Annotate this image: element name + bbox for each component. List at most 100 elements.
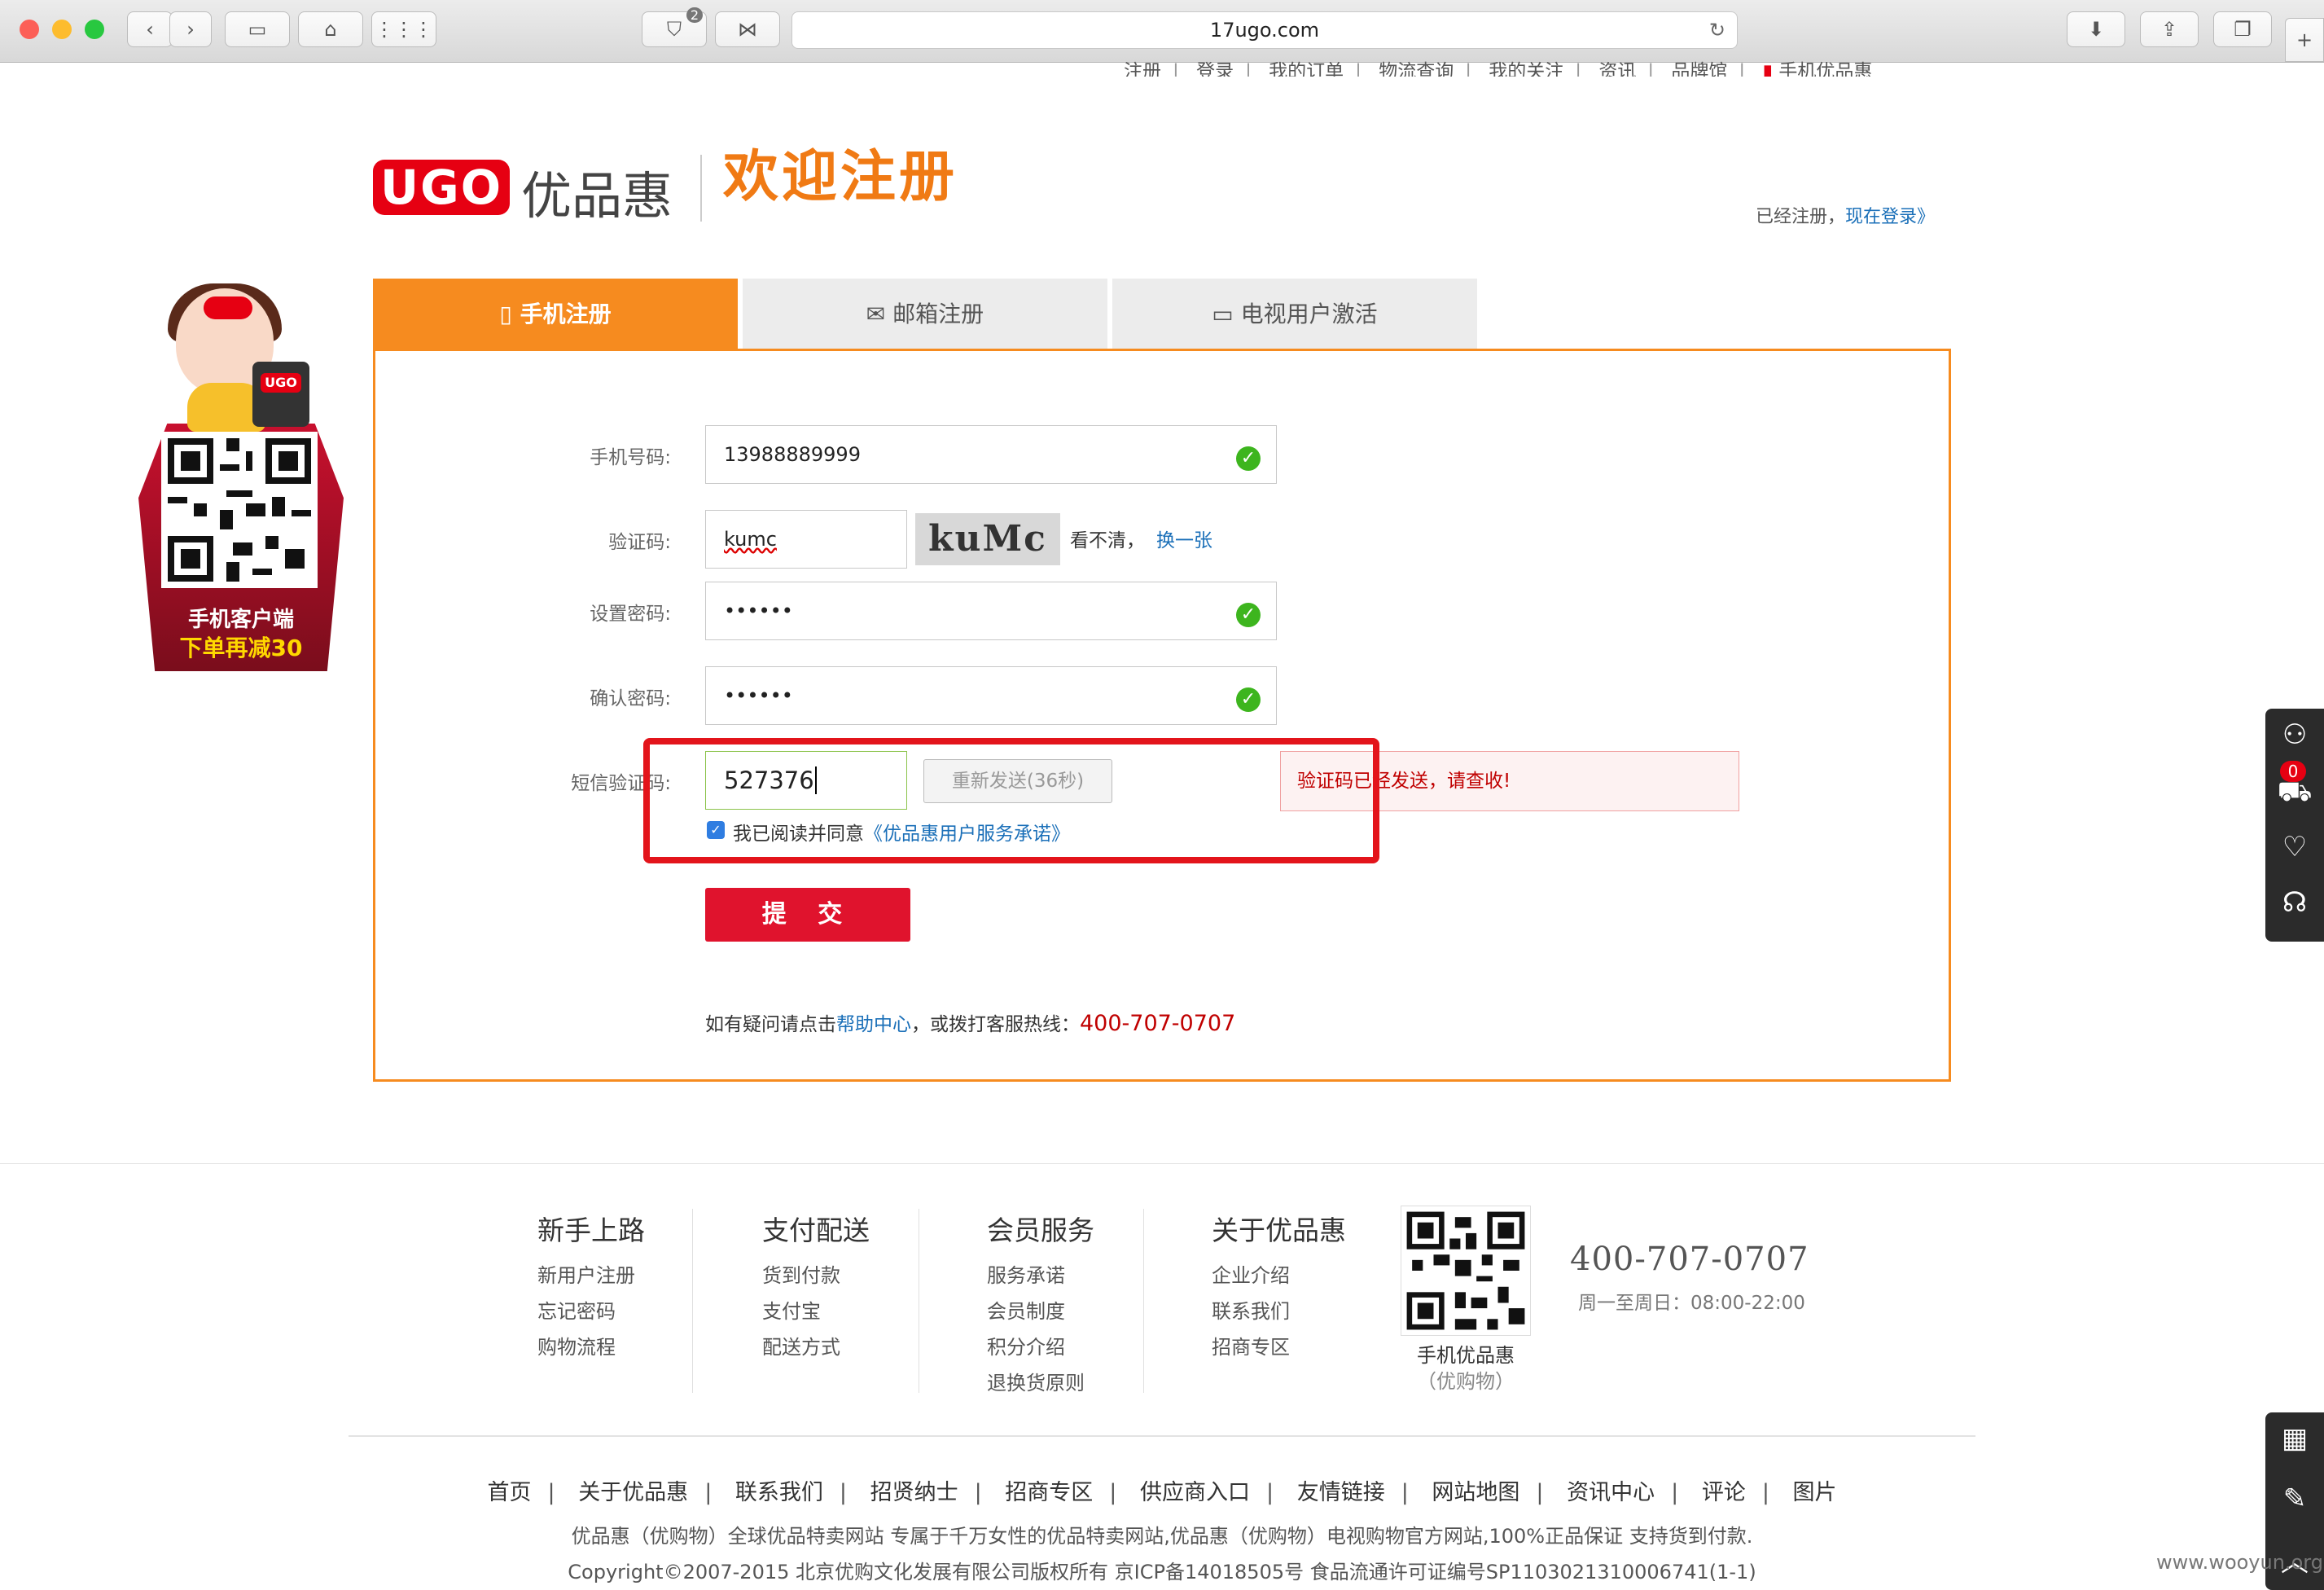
downloads-button[interactable]: ⬇ <box>2067 11 2125 47</box>
close-window-button[interactable] <box>20 20 39 39</box>
footer-col-member: 会员服务 服务承诺 会员制度 积分介绍 退换货原则 <box>987 1209 1094 1401</box>
maximize-window-button[interactable] <box>85 20 104 39</box>
tab-phone-register[interactable]: ▯ 手机注册 <box>373 279 738 350</box>
submit-button[interactable]: 提 交 <box>705 888 910 942</box>
tabs-overview-button[interactable]: ❐ <box>2213 11 2272 47</box>
footer-link[interactable]: 招商专区 <box>1212 1329 1346 1365</box>
footer-qr-subcaption: （优购物） <box>1417 1370 1515 1393</box>
help-center-link[interactable]: 帮助中心 <box>836 1014 911 1035</box>
already-text: 已经注册， <box>1756 207 1846 227</box>
topnav-brands[interactable]: 品牌馆 <box>1671 61 1727 77</box>
captcha-refresh-link[interactable]: 换一张 <box>1156 525 1212 552</box>
mascot-phone: UGO <box>252 362 309 427</box>
topnav-favorites[interactable]: 我的关注 <box>1489 61 1563 77</box>
footer-nav-about[interactable]: 关于优品惠 <box>578 1480 688 1505</box>
phone-value: 13988889999 <box>724 443 861 466</box>
privacy-report-button[interactable]: ⛉ 2 <box>642 7 707 47</box>
footer-col-beginner: 新手上路 新用户注册 忘记密码 购物流程 <box>537 1209 645 1365</box>
download-icon: ⬇ <box>2087 18 2105 41</box>
grid-icon: ⋮⋮⋮ <box>375 18 433 41</box>
footer-link[interactable]: 企业介绍 <box>1212 1258 1346 1294</box>
share-icon: ⇪ <box>2160 18 2178 41</box>
right-toolbar: ⚇ ⛟ ♡ ☊ <box>2265 709 2324 942</box>
footer-nav-contact[interactable]: 联系我们 <box>735 1480 823 1505</box>
captcha-label: 验证码: <box>608 532 671 553</box>
footer-link[interactable]: 忘记密码 <box>537 1294 645 1329</box>
topnav-orders[interactable]: 我的订单 <box>1269 61 1344 77</box>
footer-nav-friend-links[interactable]: 友情链接 <box>1297 1480 1385 1505</box>
footer-nav-home[interactable]: 首页 <box>487 1480 531 1505</box>
back-button[interactable]: ‹ <box>127 11 173 47</box>
confirm-password-input[interactable]: •••••• <box>705 666 1277 725</box>
footer-nav-images[interactable]: 图片 <box>1793 1480 1837 1505</box>
footer-copyright: Copyright©2007-2015 北京优购文化发展有限公司版权所有 京IC… <box>568 1561 1756 1583</box>
footer-nav-news[interactable]: 资讯中心 <box>1567 1480 1655 1505</box>
logo-divider <box>700 155 702 222</box>
footer-link[interactable]: 货到付款 <box>762 1258 870 1294</box>
tab-tv-activation[interactable]: ▭ 电视用户激活 <box>1112 279 1477 350</box>
topnav-mobile[interactable]: 手机优品惠 <box>1778 61 1872 77</box>
share-button[interactable]: ⇪ <box>2140 11 2199 47</box>
heart-icon[interactable]: ♡ <box>2265 831 2324 863</box>
phone-icon: ▯ <box>499 301 512 327</box>
home-button[interactable]: ⌂ <box>298 11 363 47</box>
footer-link[interactable]: 联系我们 <box>1212 1294 1346 1329</box>
extension-button[interactable]: ⋈ <box>715 11 780 47</box>
captcha-image[interactable]: kuMc <box>915 513 1060 565</box>
site-top-nav: 注册 | 登录 | 我的订单 | 物流查询 | 我的关注 | 资讯 | 品牌馆 | ▮ 手机优… <box>1124 55 1872 77</box>
footer-nav-business[interactable]: 招商专区 <box>1005 1480 1093 1505</box>
topnav-logistics[interactable]: 物流查询 <box>1379 61 1454 77</box>
browser-toolbar: ‹ › ▭ ⌂ ⋮⋮⋮ ⛉ 2 ⋈ 17ugo.com ↻ ⬇ ⇪ ❐ + <box>0 0 2324 63</box>
footer-nav-reviews[interactable]: 评论 <box>1702 1480 1746 1505</box>
ugo-logo[interactable]: UGO <box>373 160 510 215</box>
topnav-news[interactable]: 资讯 <box>1598 61 1636 77</box>
footer-nav: 首页 | 关于优品惠 | 联系我们 | 招贤纳士 | 招商专区 | 供应商入口 | 友情链接… <box>487 1480 1837 1505</box>
footer-link[interactable]: 配送方式 <box>762 1329 870 1365</box>
captcha-value: kumc <box>724 528 777 551</box>
phone-valid-check-icon: ✓ <box>1236 446 1261 471</box>
forward-button[interactable]: › <box>169 11 212 47</box>
footer-link[interactable]: 购物流程 <box>537 1329 645 1365</box>
footer-hours: 周一至周日：08:00-22:00 <box>1578 1293 1805 1314</box>
promo-line-1: 手机客户端 <box>187 608 294 632</box>
footer-col-title: 会员服务 <box>987 1214 1094 1246</box>
footer-nav-jobs[interactable]: 招贤纳士 <box>870 1480 958 1505</box>
footer-nav-sitemap[interactable]: 网站地图 <box>1432 1480 1519 1505</box>
footer-hotline: 400-707-0707 <box>1570 1241 1809 1278</box>
footer-link[interactable]: 积分介绍 <box>987 1329 1094 1365</box>
footer-link[interactable]: 新用户注册 <box>537 1258 645 1294</box>
extension-icon: ⋈ <box>738 18 757 41</box>
page-title: 欢迎注册 <box>723 145 958 209</box>
captcha-input[interactable]: kumc <box>705 510 907 569</box>
top-sites-button[interactable]: ⋮⋮⋮ <box>371 11 436 47</box>
reload-icon[interactable]: ↻ <box>1709 12 1725 48</box>
highlight-annotation-box <box>643 738 1379 863</box>
footer-description: 优品惠（优购物）全球优品特卖网站 专属于千万女性的优品特卖网站,优品惠（优购物）… <box>571 1525 1753 1548</box>
shield-badge: 2 <box>686 7 703 23</box>
footer-link[interactable]: 会员制度 <box>987 1294 1094 1329</box>
watermark: www.wooyun.org <box>2156 1551 2323 1574</box>
qr-code-icon[interactable]: ▦ <box>2265 1422 2324 1455</box>
tab-label: 手机注册 <box>520 301 612 327</box>
shield-icon: ⛉ <box>667 18 682 41</box>
footer-nav-supplier[interactable]: 供应商入口 <box>1140 1480 1250 1505</box>
topnav-login[interactable]: 登录 <box>1196 61 1234 77</box>
login-link[interactable]: 现在登录》 <box>1845 207 1935 227</box>
minimize-window-button[interactable] <box>52 20 72 39</box>
sidebar-icon: ▭ <box>248 18 267 41</box>
password-valid-check-icon: ✓ <box>1236 603 1261 627</box>
new-tab-button[interactable]: + <box>2285 18 2324 62</box>
footer-link[interactable]: 服务承诺 <box>987 1258 1094 1294</box>
tab-email-register[interactable]: ✉ 邮箱注册 <box>743 279 1107 350</box>
headset-icon[interactable]: ☊ <box>2265 886 2324 919</box>
topnav-register[interactable]: 注册 <box>1124 61 1161 77</box>
footer-divider <box>349 1435 1975 1437</box>
footer-link[interactable]: 退换货原则 <box>987 1365 1094 1401</box>
footer-col-about: 关于优品惠 企业介绍 联系我们 招商专区 <box>1212 1209 1346 1365</box>
user-icon[interactable]: ⚇ <box>2265 718 2324 751</box>
password-input[interactable]: •••••• <box>705 582 1277 640</box>
address-bar[interactable]: 17ugo.com ↻ <box>791 11 1738 49</box>
sidebar-button[interactable]: ▭ <box>225 11 290 47</box>
footer-link[interactable]: 支付宝 <box>762 1294 870 1329</box>
phone-input[interactable]: 13988889999 <box>705 425 1277 484</box>
